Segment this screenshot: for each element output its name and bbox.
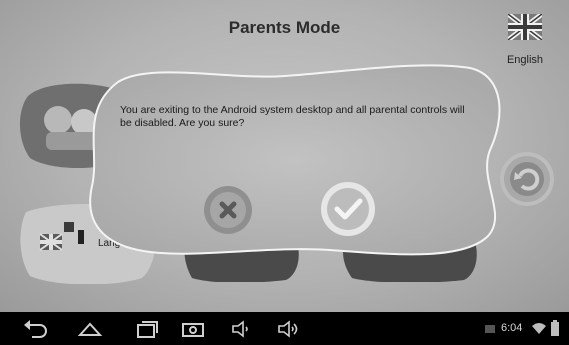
- app-screen: Langu Parents Mode English You are exiti…: [0, 0, 569, 312]
- battery-icon: [551, 320, 559, 336]
- cancel-button[interactable]: [202, 184, 254, 236]
- recent-apps-icon[interactable]: [134, 319, 160, 339]
- dialog-message: You are exiting to the Android system de…: [120, 104, 465, 129]
- volume-down-icon[interactable]: [230, 319, 254, 339]
- wifi-icon: [532, 323, 546, 334]
- status-clock: 6:04: [501, 322, 523, 334]
- screenshot-icon[interactable]: [180, 319, 206, 339]
- system-navigation-bar: 6:04: [0, 312, 569, 345]
- exit-confirmation-dialog: You are exiting to the Android system de…: [0, 0, 569, 312]
- volume-up-icon[interactable]: [276, 319, 302, 339]
- notification-icon: [485, 325, 495, 333]
- confirm-button[interactable]: [319, 180, 377, 238]
- dialog-shape: [89, 64, 501, 256]
- back-icon[interactable]: [22, 319, 48, 339]
- home-icon[interactable]: [77, 319, 103, 339]
